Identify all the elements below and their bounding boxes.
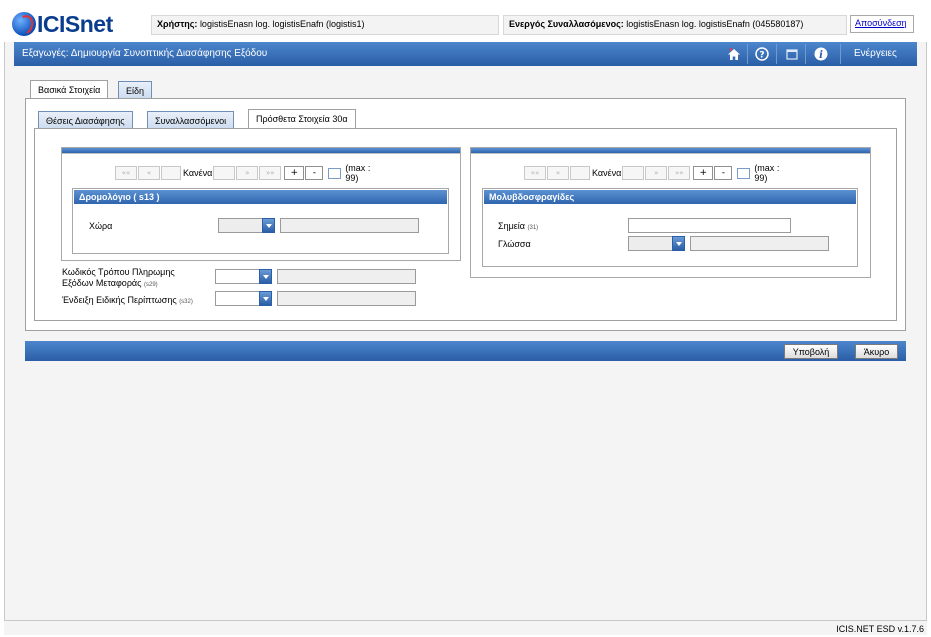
last-button[interactable]: »» bbox=[668, 166, 691, 180]
current-record: Κανένα bbox=[592, 168, 622, 178]
globe-icon bbox=[12, 12, 36, 36]
country-select[interactable] bbox=[218, 218, 275, 233]
current-record: Κανένα bbox=[183, 168, 213, 178]
country-label: Χώρα bbox=[89, 221, 113, 231]
seals-label: Σημεία (31) bbox=[498, 221, 538, 231]
trader-label: Ενεργός Συναλλασόμενος: bbox=[509, 19, 624, 29]
version-label: ICIS.NET ESD v.1.7.6 bbox=[836, 624, 924, 634]
separator bbox=[747, 44, 748, 64]
tab-additional-30a[interactable]: Πρόσθετα Στοιχεία 30α bbox=[248, 109, 356, 130]
trader-info: Ενεργός Συναλλασόμενος: logistisEnasn lo… bbox=[503, 15, 847, 35]
cancel-button[interactable]: Άκυρο bbox=[855, 344, 898, 359]
logout-link[interactable]: Αποσύνδεση bbox=[850, 15, 914, 33]
special-case-description-field bbox=[277, 291, 416, 306]
panel-header-bar bbox=[471, 148, 870, 154]
route-section-title: Δρομολόγιο ( s13 ) bbox=[74, 190, 447, 204]
add-button[interactable]: + bbox=[693, 166, 714, 180]
language-label: Γλώσσα bbox=[498, 239, 531, 249]
separator bbox=[840, 44, 841, 64]
payment-code: (s29) bbox=[144, 282, 158, 288]
separator bbox=[805, 44, 806, 64]
action-bar: Υποβολή Άκυρο bbox=[25, 341, 906, 361]
add-button[interactable]: + bbox=[284, 166, 305, 180]
seals-pager: «« « Κανένα » »» + - (max : 99) bbox=[524, 163, 790, 183]
language-select[interactable] bbox=[628, 236, 685, 251]
user-value: logistisEnasn log. logistisEnafn (logist… bbox=[199, 19, 365, 29]
help-icon[interactable]: ? bbox=[754, 46, 770, 62]
seals-label-text: Σημεία bbox=[498, 221, 525, 231]
language-description-field bbox=[690, 236, 829, 251]
user-info: Χρήστης: logistisEnasn log. logistisEnaf… bbox=[151, 15, 499, 35]
seals-count-input[interactable] bbox=[628, 218, 791, 233]
chevron-down-icon[interactable] bbox=[672, 236, 685, 251]
chevron-down-icon[interactable] bbox=[259, 291, 272, 306]
footer: ICIS.NET ESD v.1.7.6 bbox=[4, 620, 927, 635]
window-icon[interactable] bbox=[784, 46, 800, 62]
header: ICISnet Χρήστης: logistisEnasn log. logi… bbox=[4, 2, 927, 42]
page-blank bbox=[213, 166, 236, 180]
svg-text:?: ? bbox=[759, 51, 764, 61]
page-blank bbox=[622, 166, 645, 180]
chevron-down-icon[interactable] bbox=[262, 218, 275, 233]
seals-code: (31) bbox=[527, 225, 539, 231]
page-blank bbox=[570, 166, 590, 180]
max-records: (max : 99) bbox=[754, 163, 780, 183]
payment-label-line1: Κωδικός Τρόπου Πληρωμης bbox=[62, 267, 175, 277]
remove-button[interactable]: - bbox=[714, 166, 733, 180]
user-label: Χρήστης: bbox=[157, 19, 198, 29]
payment-description-field bbox=[277, 269, 416, 284]
country-description-field bbox=[280, 218, 419, 233]
special-label-text: Ένδειξη Ειδικής Περίπτωσης bbox=[62, 295, 177, 305]
max-records: (max : 99) bbox=[345, 163, 371, 183]
page-title: Εξαγωγές: Δημιουργία Συνοπτικής Διασάφησ… bbox=[22, 48, 268, 59]
special-case-label: Ένδειξη Ειδικής Περίπτωσης (s32) bbox=[62, 295, 193, 305]
next-button[interactable]: » bbox=[236, 166, 259, 180]
record-count-box bbox=[328, 167, 342, 179]
payment-label-line2: Εξόδων Μεταφοράς bbox=[62, 278, 142, 288]
page-blank bbox=[161, 166, 181, 180]
payment-method-select[interactable] bbox=[215, 269, 272, 284]
actions-menu[interactable]: Ενέργειες bbox=[854, 48, 897, 59]
trader-value: logistisEnasn log. logistisEnafn (045580… bbox=[626, 19, 804, 29]
home-icon[interactable] bbox=[726, 46, 742, 62]
remove-button[interactable]: - bbox=[305, 166, 324, 180]
icisnet-logo: ICISnet bbox=[12, 10, 113, 38]
special-code: (s32) bbox=[179, 299, 193, 305]
separator bbox=[776, 44, 777, 64]
prev-button[interactable]: « bbox=[138, 166, 160, 180]
submit-button[interactable]: Υποβολή bbox=[784, 344, 838, 359]
prev-button[interactable]: « bbox=[547, 166, 569, 180]
next-button[interactable]: » bbox=[645, 166, 668, 180]
route-pager: «« « Κανένα » »» + - (max : 99) bbox=[115, 163, 381, 183]
page-titlebar: Εξαγωγές: Δημιουργία Συνοπτικής Διασάφησ… bbox=[14, 42, 917, 66]
svg-text:i: i bbox=[819, 50, 823, 61]
logo-text: ICISnet bbox=[37, 10, 113, 37]
special-case-select[interactable] bbox=[215, 291, 272, 306]
panel-header-bar bbox=[62, 148, 460, 154]
seals-section-title: Μολυβδοσφραγίδες bbox=[484, 190, 856, 204]
info-icon[interactable]: i bbox=[813, 46, 829, 62]
last-button[interactable]: »» bbox=[259, 166, 282, 180]
record-count-box bbox=[737, 167, 751, 179]
chevron-down-icon[interactable] bbox=[259, 269, 272, 284]
payment-method-label: Κωδικός Τρόπου Πληρωμης Εξόδων Μεταφοράς … bbox=[62, 267, 175, 291]
first-button[interactable]: «« bbox=[524, 166, 546, 180]
first-button[interactable]: «« bbox=[115, 166, 137, 180]
